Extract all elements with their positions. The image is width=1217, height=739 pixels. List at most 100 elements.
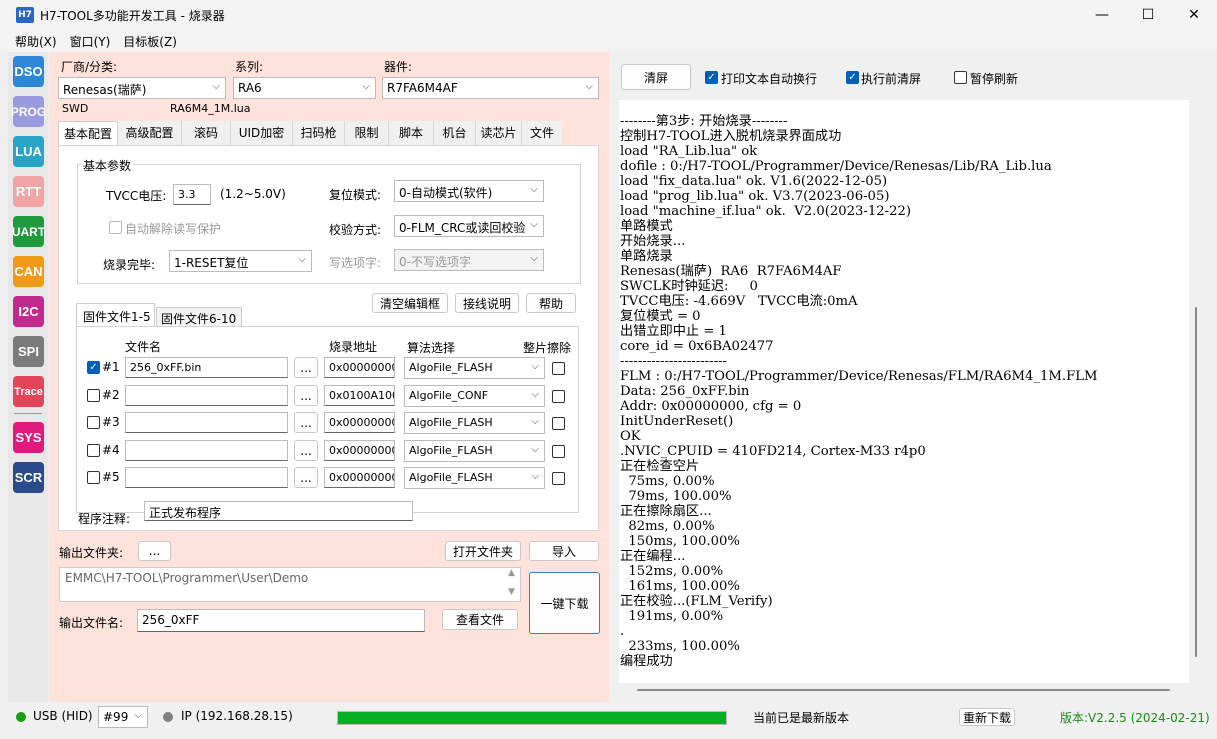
tvcc-input[interactable]: 3.3 xyxy=(173,184,211,205)
tool-i2c-button[interactable]: I2C xyxy=(13,296,44,327)
menu-help[interactable]: 帮助(X) xyxy=(15,33,57,50)
log-horizontal-scrollbar[interactable] xyxy=(637,689,1170,691)
firmware-3-browse-button[interactable]: ... xyxy=(294,412,318,433)
tool-sys-button[interactable]: SYS xyxy=(13,422,44,453)
tool-trace-button[interactable]: Trace xyxy=(13,376,44,407)
firmware-1-address-input[interactable]: 0x00000000 xyxy=(324,357,395,378)
tool-lua-button[interactable]: LUA xyxy=(13,136,44,167)
log-output[interactable]: --------第3步: 开始烧录-------- 控制H7-TOOL进入脱机烧录… xyxy=(619,100,1189,683)
tool-uart-button[interactable]: UART xyxy=(12,216,45,247)
tab-firmware-6-10[interactable]: 固件文件6-10 xyxy=(156,307,242,327)
firmware-4-file-input[interactable] xyxy=(125,440,288,461)
title-bar: H7 H7-TOOL多功能开发工具 - 烧录器 — ☐ ✕ xyxy=(0,0,1217,30)
chip-select[interactable]: R7FA6M4AF ⌵ xyxy=(382,77,599,99)
output-filename-input[interactable]: 256_0xFF xyxy=(137,609,425,632)
log-line: 79ms, 100.00% xyxy=(620,489,732,504)
firmware-2-algo-select[interactable]: AlgoFile_CONF ⌵ xyxy=(404,385,545,407)
after-program-select[interactable]: 1-RESET复位 ⌵ xyxy=(169,250,312,272)
chevron-down-icon: ⌵ xyxy=(212,81,220,92)
tab-limit[interactable]: 限制 xyxy=(345,121,389,145)
scroll-down-icon[interactable]: ▼ xyxy=(508,587,515,597)
tab-firmware-1-5[interactable]: 固件文件1-5 xyxy=(76,303,155,327)
clear-screen-button[interactable]: 清屏 xyxy=(621,64,691,90)
tool-spi-button[interactable]: SPI xyxy=(13,336,44,367)
firmware-3-file-input[interactable] xyxy=(125,412,288,433)
log-line: SWCLK时钟延迟: 0 xyxy=(620,279,758,294)
flm-file-label: RA6M4_1M.lua xyxy=(170,102,251,115)
tool-scr-button[interactable]: SCR xyxy=(13,462,44,493)
comment-input[interactable]: 正式发布程序 xyxy=(144,501,413,521)
firmware-5-browse-button[interactable]: ... xyxy=(294,467,318,488)
log-line: 75ms, 0.00% xyxy=(620,474,715,489)
firmware-2-checkbox[interactable] xyxy=(87,389,100,402)
firmware-2-file-input[interactable] xyxy=(125,385,288,406)
pause-refresh-checkbox[interactable] xyxy=(954,71,967,84)
maximize-icon[interactable]: ☐ xyxy=(1125,0,1171,30)
redownload-button[interactable]: 重新下载 xyxy=(959,708,1015,726)
firmware-4-checkbox[interactable] xyxy=(87,444,100,457)
close-icon[interactable]: ✕ xyxy=(1171,0,1217,30)
firmware-2-chip-erase-checkbox[interactable] xyxy=(552,390,565,403)
tab-read-chip[interactable]: 读芯片 xyxy=(476,121,522,145)
tab-advanced[interactable]: 高级配置 xyxy=(118,121,182,145)
log-line: 82ms, 0.00% xyxy=(620,519,715,534)
output-folder-browse-button[interactable]: ... xyxy=(138,541,171,561)
auto-unlock-checkbox[interactable] xyxy=(109,221,122,234)
firmware-3-address-input[interactable]: 0x00000000 xyxy=(324,412,395,433)
firmware-1-chip-erase-checkbox[interactable] xyxy=(552,362,565,375)
import-button[interactable]: 导入 xyxy=(529,541,599,561)
firmware-4-address-input[interactable]: 0x00000000 xyxy=(324,440,395,461)
one-click-download-button[interactable]: 一键下载 xyxy=(529,572,600,634)
tool-prog-button[interactable]: PROG xyxy=(11,96,46,127)
vendor-label: 厂商/分类: xyxy=(61,60,118,74)
firmware-4-browse-button[interactable]: ... xyxy=(294,440,318,461)
tool-dso-button[interactable]: DSO xyxy=(13,56,44,87)
log-vertical-scrollbar[interactable] xyxy=(1195,307,1197,657)
device-port-select[interactable]: #99 ⌵ xyxy=(98,706,148,728)
firmware-5-checkbox[interactable] xyxy=(87,471,100,484)
view-file-button[interactable]: 查看文件 xyxy=(442,609,518,630)
firmware-5-address-input[interactable]: 0x00000000 xyxy=(324,467,395,488)
reset-mode-select[interactable]: 0-自动模式(软件) ⌵ xyxy=(394,180,544,202)
tab-scanner[interactable]: 扫码枪 xyxy=(293,121,345,145)
firmware-4-chip-erase-checkbox[interactable] xyxy=(552,445,565,458)
firmware-5-chip-erase-checkbox[interactable] xyxy=(552,472,565,485)
tool-can-button[interactable]: CAN xyxy=(13,256,44,287)
option-bytes-select[interactable]: 0-不写选项字 ⌵ xyxy=(394,249,544,271)
firmware-5-file-input[interactable] xyxy=(125,467,288,488)
verify-select[interactable]: 0-FLM_CRC或读回校验 ⌵ xyxy=(394,215,544,237)
scroll-up-icon[interactable]: ▲ xyxy=(508,568,515,578)
firmware-3-algo-select[interactable]: AlgoFile_FLASH ⌵ xyxy=(404,412,545,434)
tool-rtt-button[interactable]: RTT xyxy=(13,176,44,207)
config-panel: 厂商/分类: 系列: 器件: Renesas(瑞萨) ⌵ RA6 ⌵ R7FA6M4… xyxy=(49,52,609,702)
clear-editor-button[interactable]: 清空编辑框 xyxy=(372,293,448,313)
menu-bar: 帮助(X) 窗口(Y) 目标板(Z) xyxy=(0,30,1217,52)
tab-rolling-code[interactable]: 滚码 xyxy=(182,121,231,145)
firmware-5-algo-select[interactable]: AlgoFile_FLASH ⌵ xyxy=(404,467,545,489)
wiring-button[interactable]: 接线说明 xyxy=(455,293,519,313)
output-path-display[interactable]: EMMC\H7-TOOL\Programmer\User\Demo xyxy=(59,567,521,602)
menu-window[interactable]: 窗口(Y) xyxy=(70,33,111,50)
help-button[interactable]: 帮助 xyxy=(526,293,576,313)
firmware-1-algo-select[interactable]: AlgoFile_FLASH ⌵ xyxy=(404,357,545,379)
firmware-1-checkbox[interactable]: ✓ xyxy=(87,361,100,374)
clear-before-run-checkbox[interactable]: ✓ xyxy=(846,71,859,84)
tab-uid-encrypt[interactable]: UID加密 xyxy=(231,121,293,145)
tab-machine[interactable]: 机台 xyxy=(434,121,476,145)
minimize-icon[interactable]: — xyxy=(1079,0,1125,30)
series-select[interactable]: RA6 ⌵ xyxy=(233,77,376,99)
tab-file[interactable]: 文件 xyxy=(522,121,562,145)
firmware-2-address-input[interactable]: 0x0100A100 xyxy=(324,385,395,406)
firmware-3-checkbox[interactable] xyxy=(87,416,100,429)
auto-wrap-checkbox[interactable]: ✓ xyxy=(705,71,718,84)
firmware-4-algo-select[interactable]: AlgoFile_FLASH ⌵ xyxy=(404,440,545,462)
tab-basic[interactable]: 基本配置 xyxy=(58,121,118,145)
vendor-select[interactable]: Renesas(瑞萨) ⌵ xyxy=(58,77,226,99)
menu-target[interactable]: 目标板(Z) xyxy=(123,33,177,50)
firmware-1-file-input[interactable]: 256_0xFF.bin xyxy=(125,357,288,378)
firmware-1-browse-button[interactable]: ... xyxy=(294,357,318,378)
tab-script[interactable]: 脚本 xyxy=(389,121,434,145)
open-folder-button[interactable]: 打开文件夹 xyxy=(445,541,521,561)
firmware-3-chip-erase-checkbox[interactable] xyxy=(552,417,565,430)
firmware-2-browse-button[interactable]: ... xyxy=(294,385,318,406)
